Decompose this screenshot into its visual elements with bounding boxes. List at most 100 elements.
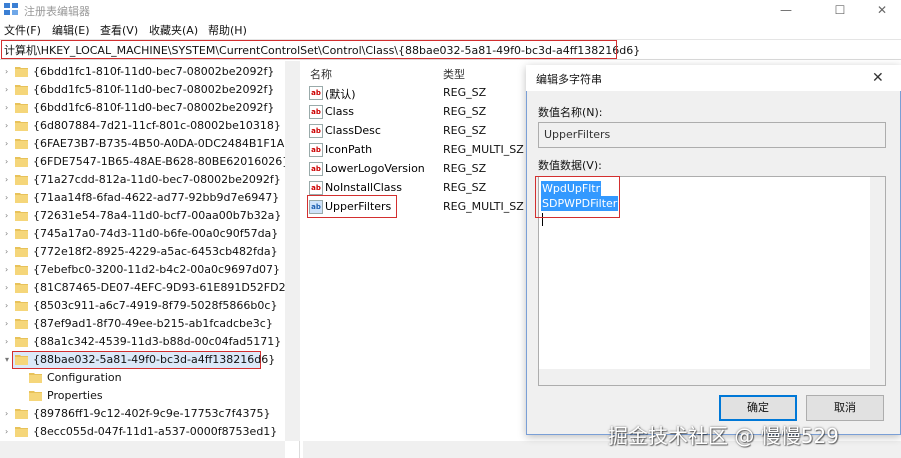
collapsed-chevron-icon[interactable]: ›	[5, 427, 13, 436]
tree-item[interactable]: › {71a27cdd-812a-11d0-bec7-08002be2092f}	[0, 171, 285, 189]
tree-item-label: {6bdd1fc1-810f-11d0-bec7-08002be2092f}	[33, 65, 275, 78]
tree-item-label: {745a17a0-74d3-11d0-b6fe-00a0c90f57da}	[33, 227, 279, 240]
tree-item-label: {6FAE73B7-B735-4B50-A0DA-0DC2484B1F1A}	[33, 137, 292, 150]
tree-item-label: {7ebefbc0-3200-11d2-b4c2-00a0c9697d07}	[33, 263, 281, 276]
menu-view[interactable]: 查看(V)	[100, 22, 138, 38]
tree-item[interactable]: › {6bdd1fc1-810f-11d0-bec7-08002be2092f}	[0, 63, 285, 81]
collapsed-chevron-icon[interactable]: ›	[5, 409, 13, 418]
collapsed-chevron-icon[interactable]: ›	[5, 121, 13, 130]
tree-item[interactable]: › {6FAE73B7-B735-4B50-A0DA-0DC2484B1F1A}	[0, 135, 291, 153]
collapsed-chevron-icon[interactable]: ›	[5, 265, 13, 274]
minimize-button[interactable]: —	[763, 0, 809, 20]
tree-horizontal-scrollbar[interactable]	[0, 441, 285, 458]
menu-help[interactable]: 帮助(H)	[208, 22, 247, 38]
collapsed-chevron-icon[interactable]: ›	[5, 157, 13, 166]
value-row[interactable]: ab Class	[307, 103, 527, 121]
expanded-chevron-icon[interactable]: ▾	[5, 355, 13, 364]
data-vertical-scrollbar[interactable]	[870, 177, 885, 385]
folder-icon	[15, 354, 28, 365]
tree-item[interactable]: › {6d807884-7d21-11cf-801c-08002be10318}	[0, 117, 285, 135]
tree-item-label: {81C87465-DE07-4EFC-9D93-61E891D52FD2}	[33, 281, 293, 294]
menu-bar: 文件(F) 编辑(E) 查看(V) 收藏夹(A) 帮助(H)	[0, 20, 901, 38]
value-row[interactable]: ab LowerLogoVersion	[307, 160, 527, 178]
dialog-title: 编辑多字符串	[536, 73, 602, 86]
tree-item-label: {89786ff1-9c12-402f-9c9e-17753c7f4375}	[33, 407, 271, 420]
tree-subkey[interactable]: Configuration	[0, 369, 285, 387]
tree-item[interactable]: › {8ecc055d-047f-11d1-a537-0000f8753ed1}	[0, 423, 285, 441]
tree-item-label: {6d807884-7d21-11cf-801c-08002be10318}	[33, 119, 281, 132]
folder-icon	[15, 264, 28, 275]
value-name: Class	[325, 105, 354, 118]
collapsed-chevron-icon[interactable]: ›	[5, 229, 13, 238]
menu-edit[interactable]: 编辑(E)	[52, 22, 90, 38]
tree-vertical-scrollbar[interactable]	[285, 61, 300, 441]
tree-item[interactable]: › {7ebefbc0-3200-11d2-b4c2-00a0c9697d07}	[0, 261, 285, 279]
collapsed-chevron-icon[interactable]: ›	[5, 337, 13, 346]
tree-item[interactable]: › {6bdd1fc6-810f-11d0-bec7-08002be2092f}	[0, 99, 285, 117]
value-name: ClassDesc	[325, 124, 381, 137]
collapsed-chevron-icon[interactable]: ›	[5, 85, 13, 94]
tree-subkey-label: Properties	[47, 389, 103, 402]
string-value-icon: ab	[309, 143, 323, 157]
tree-item[interactable]: › {72631e54-78a4-11d0-bcf7-00aa00b7b32a}	[0, 207, 285, 225]
data-horizontal-scrollbar[interactable]	[539, 369, 870, 385]
tree-item[interactable]: › {81C87465-DE07-4EFC-9D93-61E891D52FD2}	[0, 279, 293, 297]
registry-tree[interactable]: › {6bdd1fc1-810f-11d0-bec7-08002be2092f} ›…	[0, 61, 300, 458]
tree-subkey[interactable]: Properties	[0, 387, 285, 405]
selected-value-highlight-box	[307, 195, 397, 218]
string-value-icon: ab	[309, 124, 323, 138]
tree-item[interactable]: › {88a1c342-4539-11d3-b88d-00c04fad5171}	[0, 333, 285, 351]
tree-item-label: {71a27cdd-812a-11d0-bec7-08002be2092f}	[33, 173, 281, 186]
collapsed-chevron-icon[interactable]: ›	[5, 211, 13, 220]
value-row[interactable]: ab ClassDesc	[307, 122, 527, 140]
column-header-name[interactable]: 名称	[310, 66, 332, 82]
menu-favorites[interactable]: 收藏夹(A)	[149, 22, 198, 38]
value-row[interactable]: ab (默认)	[307, 84, 527, 102]
folder-icon	[15, 246, 28, 257]
folder-icon	[29, 372, 42, 383]
tree-item[interactable]: ▾ {88bae032-5a81-49f0-bc3d-a4ff138216d6}	[0, 351, 285, 369]
collapsed-chevron-icon[interactable]: ›	[5, 67, 13, 76]
collapsed-chevron-icon[interactable]: ›	[5, 139, 13, 148]
data-highlight-box	[535, 176, 620, 218]
tree-subkey-label: Configuration	[47, 371, 122, 384]
folder-icon	[29, 390, 42, 401]
tree-item[interactable]: › {8503c911-a6c7-4919-8f79-5028f5866b0c}	[0, 297, 285, 315]
tree-item[interactable]: › {772e18f2-8925-4229-a5ac-6453cb482fda}	[0, 243, 285, 261]
tree-item[interactable]: › {6bdd1fc5-810f-11d0-bec7-08002be2092f}	[0, 81, 285, 99]
tree-item-label: {87ef9ad1-8f70-49ee-b215-ab1fcadcbe3c}	[33, 317, 273, 330]
tree-item-label: {6FDE7547-1B65-48AE-B628-80BE62016026}	[33, 155, 290, 168]
folder-icon	[15, 174, 28, 185]
tree-item[interactable]: › {89786ff1-9c12-402f-9c9e-17753c7f4375}	[0, 405, 285, 423]
value-name-label: 数值名称(N):	[538, 106, 603, 119]
collapsed-chevron-icon[interactable]: ›	[5, 193, 13, 202]
close-window-button[interactable]: ✕	[859, 0, 901, 20]
tree-item[interactable]: › {71aa14f8-6fad-4622-ad77-92bb9d7e6947}	[0, 189, 285, 207]
tree-item-label: {6bdd1fc6-810f-11d0-bec7-08002be2092f}	[33, 101, 275, 114]
string-value-icon: ab	[309, 105, 323, 119]
tree-item[interactable]: › {6FDE7547-1B65-48AE-B628-80BE62016026}	[0, 153, 289, 171]
value-name-text: UpperFilters	[544, 128, 611, 141]
folder-icon	[15, 426, 28, 437]
folder-icon	[15, 210, 28, 221]
cancel-button[interactable]: 取消	[806, 395, 884, 421]
maximize-button[interactable]: ☐	[817, 0, 863, 20]
collapsed-chevron-icon[interactable]: ›	[5, 103, 13, 112]
collapsed-chevron-icon[interactable]: ›	[5, 175, 13, 184]
collapsed-chevron-icon[interactable]: ›	[5, 247, 13, 256]
collapsed-chevron-icon[interactable]: ›	[5, 319, 13, 328]
menu-file[interactable]: 文件(F)	[4, 22, 41, 38]
folder-icon	[15, 120, 28, 131]
dialog-close-icon[interactable]: ✕	[872, 70, 884, 86]
tree-item[interactable]: › {87ef9ad1-8f70-49ee-b215-ab1fcadcbe3c}	[0, 315, 285, 333]
folder-icon	[15, 102, 28, 113]
column-header-type[interactable]: 类型	[443, 66, 465, 82]
folder-icon	[15, 300, 28, 311]
tree-item-label: {88bae032-5a81-49f0-bc3d-a4ff138216d6}	[33, 353, 276, 366]
tree-item-label: {71aa14f8-6fad-4622-ad77-92bb9d7e6947}	[33, 191, 280, 204]
folder-icon	[15, 66, 28, 77]
collapsed-chevron-icon[interactable]: ›	[5, 301, 13, 310]
collapsed-chevron-icon[interactable]: ›	[5, 283, 13, 292]
ok-button[interactable]: 确定	[719, 395, 797, 421]
tree-item[interactable]: › {745a17a0-74d3-11d0-b6fe-00a0c90f57da}	[0, 225, 285, 243]
